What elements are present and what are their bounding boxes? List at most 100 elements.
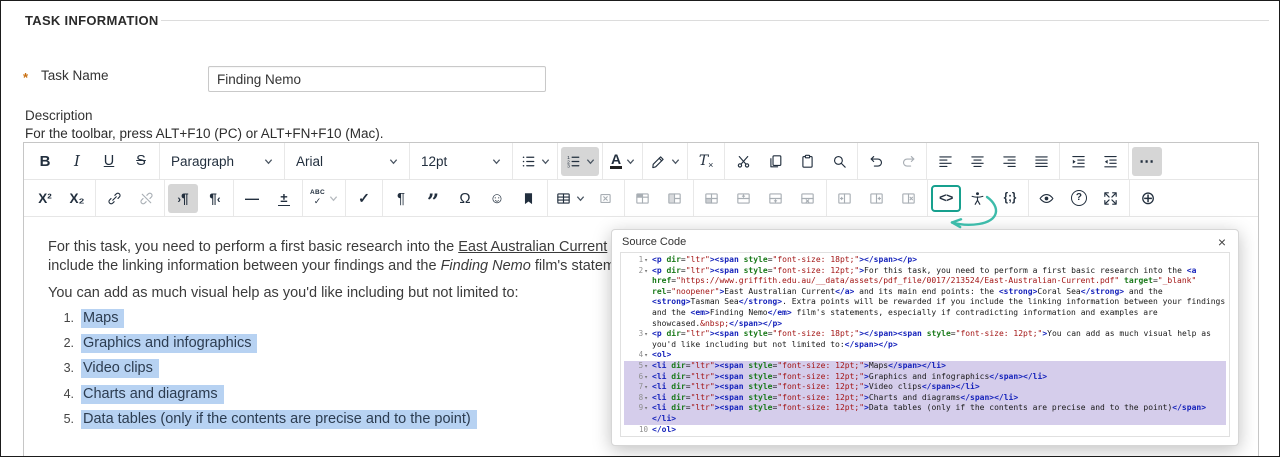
horizontal-rule-button[interactable]: — [237, 184, 267, 213]
east-australian-current-link[interactable]: East Australian Current [458, 239, 607, 255]
special-character-icon: Ω [459, 189, 471, 207]
paste-button[interactable] [792, 147, 822, 176]
anchor-icon [520, 190, 537, 207]
code-text: <ol> [652, 350, 672, 360]
insert-row-below-button[interactable] [761, 184, 791, 213]
delete-row-button[interactable] [793, 184, 823, 213]
table-menu-chevron-icon[interactable] [576, 194, 585, 203]
toolbar-group: ›¶ ¶‹ [164, 180, 233, 216]
align-left-button[interactable] [930, 147, 960, 176]
emoticons-icon: ☺ [489, 189, 505, 207]
delete-column-button[interactable] [894, 184, 924, 213]
insert-link-icon [106, 190, 123, 207]
italic-button[interactable]: I [62, 147, 92, 176]
copy-button[interactable] [760, 147, 790, 176]
superscript-icon: X² [38, 190, 52, 206]
paragraph-format-value: Paragraph [171, 153, 235, 169]
toolbar-group: Paragraph [159, 143, 284, 179]
toolbar-group: X² X₂ [27, 180, 95, 216]
insert-button[interactable]: ⊕ [1133, 184, 1163, 213]
superscript-button[interactable]: X² [30, 184, 60, 213]
code-text: <li dir="ltr"><span style="font-size: 12… [652, 371, 1048, 381]
help-button[interactable]: ? [1064, 184, 1094, 213]
background-color-menu-chevron-icon[interactable] [671, 157, 680, 166]
code-text: <li dir="ltr"><span style="font-size: 12… [652, 360, 946, 370]
more-tools-button[interactable]: ⋯ [1132, 146, 1163, 176]
insert-column-before-button[interactable] [830, 184, 860, 213]
svg-text:3: 3 [567, 163, 570, 169]
insert-link-button[interactable] [99, 184, 129, 213]
cell-properties-button[interactable] [628, 184, 658, 213]
paste-icon [799, 153, 816, 170]
font-size-dropdown[interactable]: 12pt [413, 147, 509, 176]
align-justify-button[interactable] [1026, 147, 1056, 176]
numbered-list-menu-chevron-icon[interactable] [586, 157, 595, 166]
align-center-button[interactable] [962, 147, 992, 176]
code-line: 2▾ <p dir="ltr"><span style="font-size: 1… [624, 266, 1226, 330]
text-color-button[interactable]: A [606, 147, 639, 176]
toolbar-group: ¶ ” Ω ☺ [381, 180, 547, 216]
redo-button[interactable] [893, 147, 923, 176]
spellcheck-menu-chevron-icon[interactable] [329, 194, 338, 203]
strikethrough-button[interactable]: S [126, 147, 156, 176]
code-text: <p dir="ltr"><span style="font-size: 12p… [652, 265, 1230, 328]
copy-icon [767, 153, 784, 170]
toolbar-group [926, 143, 1059, 179]
undo-button[interactable] [861, 147, 891, 176]
chevron-down-icon [492, 157, 501, 166]
paragraph-marks-button[interactable]: ¶ [386, 184, 416, 213]
align-left-icon [937, 153, 954, 170]
code-line: 10 </ol> [624, 425, 1226, 436]
paragraph-format-dropdown[interactable]: Paragraph [163, 147, 281, 176]
row-properties-button[interactable] [697, 184, 727, 213]
align-right-button[interactable] [994, 147, 1024, 176]
numbered-list-button[interactable]: 123 [561, 146, 599, 176]
right-to-left-icon: ¶‹ [209, 190, 221, 206]
list-item-number: 3. [63, 361, 74, 376]
merge-cells-button[interactable] [660, 184, 690, 213]
spellcheck-button[interactable]: ABC ✓ [306, 184, 342, 213]
table-button[interactable] [551, 184, 589, 213]
fullscreen-button[interactable] [1096, 184, 1126, 213]
remove-link-button[interactable] [131, 184, 161, 213]
section-divider [161, 20, 1269, 21]
toolbar-group [512, 143, 557, 179]
outdent-button[interactable] [1095, 147, 1125, 176]
preview-button[interactable] [1032, 184, 1062, 213]
annotation-arrow [950, 195, 998, 229]
bold-button[interactable]: B [30, 147, 60, 176]
clear-formatting-button[interactable]: T× [691, 147, 721, 176]
underline-button[interactable]: U [94, 147, 124, 176]
toolbar-group [692, 180, 826, 216]
insert-column-after-button[interactable] [862, 184, 892, 213]
right-to-left-button[interactable]: ¶‹ [200, 184, 230, 213]
nonbreaking-space-button[interactable]: ± [269, 184, 299, 213]
subscript-button[interactable]: X₂ [62, 184, 92, 213]
background-color-button[interactable] [646, 147, 684, 176]
bullet-list-menu-chevron-icon[interactable] [541, 157, 550, 166]
emoticons-button[interactable]: ☺ [482, 184, 512, 213]
insert-row-above-button[interactable] [729, 184, 759, 213]
bullet-list-icon [520, 153, 537, 170]
font-family-dropdown[interactable]: Arial [288, 147, 406, 176]
delete-table-button[interactable] [591, 184, 621, 213]
bullet-list-button[interactable] [516, 147, 554, 176]
task-name-label: Task Name [41, 68, 109, 83]
task-name-input[interactable] [208, 66, 546, 92]
indent-button[interactable] [1063, 147, 1093, 176]
cut-button[interactable] [728, 147, 758, 176]
text-color-menu-chevron-icon[interactable] [626, 157, 635, 166]
toggle-checklist-icon: ✓ [358, 189, 370, 206]
special-character-button[interactable]: Ω [450, 184, 480, 213]
left-to-right-button[interactable]: ›¶ [168, 183, 198, 213]
search-and-replace-button[interactable] [824, 147, 854, 176]
preview-icon [1038, 190, 1055, 207]
blockquote-button[interactable]: ” [418, 184, 448, 213]
toolbar-group [546, 180, 624, 216]
close-icon[interactable]: × [1216, 235, 1228, 249]
delete-table-icon [597, 190, 614, 207]
anchor-button[interactable] [514, 184, 544, 213]
font-family-value: Arial [296, 153, 324, 169]
source-code-area[interactable]: 1▾ <p dir="ltr"><span style="font-size: 1… [620, 252, 1230, 437]
toggle-checklist-button[interactable]: ✓ [349, 184, 379, 213]
